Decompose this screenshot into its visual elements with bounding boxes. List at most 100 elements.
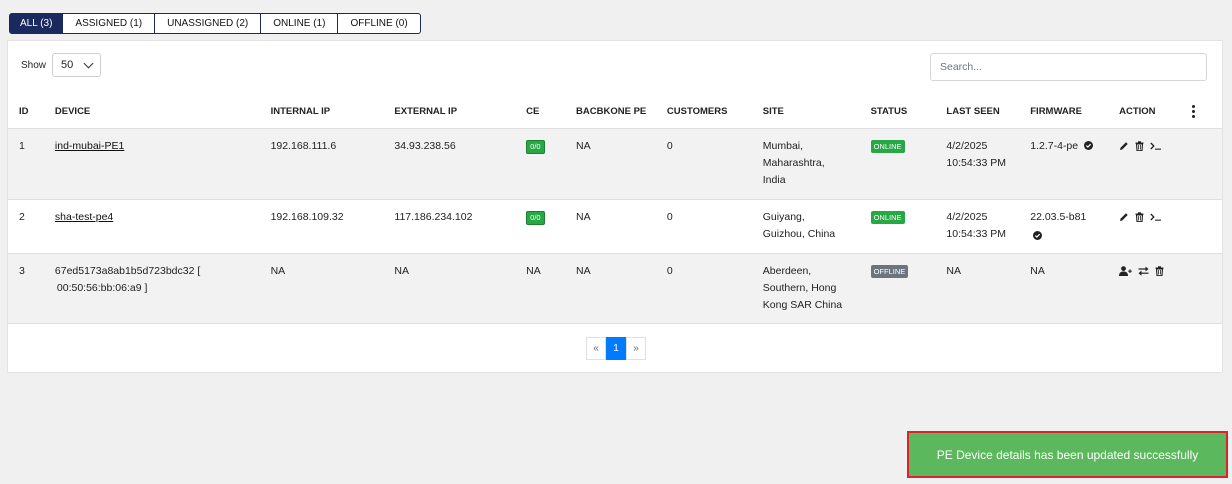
assign-user-icon[interactable]: [1119, 266, 1132, 276]
tab-assigned[interactable]: ASSIGNED (1): [63, 13, 156, 34]
cell-ce: 0/0: [526, 128, 576, 199]
cell-action: [1119, 199, 1189, 253]
trash-icon[interactable]: [1155, 266, 1164, 276]
tab-online[interactable]: ONLINE (1): [261, 13, 339, 34]
cell-empty: [1189, 253, 1222, 323]
terminal-icon[interactable]: [1150, 142, 1162, 150]
cell-ce: NA: [526, 264, 541, 277]
trash-icon[interactable]: [1135, 212, 1144, 222]
table-row: 1 ind-mubai-PE1 192.168.111.6 34.93.238.…: [8, 128, 1222, 199]
firmware-version: 22.03.5-b81: [1030, 210, 1087, 223]
col-action: ACTION: [1119, 96, 1189, 129]
device-id: 67ed5173a8ab1b5d723bdc32 [: [54, 264, 201, 277]
cell-backbone-pe: NA: [576, 264, 591, 277]
cell-last-seen: NA: [946, 264, 962, 277]
check-circle-icon: [1033, 230, 1043, 240]
cell-external-ip: 34.93.238.56: [394, 139, 456, 152]
toast-message: PE Device details has been updated succe…: [936, 447, 1199, 462]
show-label: Show: [21, 59, 47, 71]
site-line: Maharashtra,: [762, 156, 825, 169]
devices-table: ID DEVICE INTERNAL IP EXTERNAL IP CE BAC…: [8, 96, 1222, 324]
edit-icon[interactable]: [1119, 212, 1129, 222]
last-seen-time: 10:54:33 PM: [946, 156, 1006, 169]
cell-last-seen: 4/2/2025 10:54:33 PM: [946, 128, 1030, 199]
col-firmware[interactable]: FIRMWARE: [1030, 96, 1120, 129]
cell-device: ind-mubai-PE1: [55, 128, 271, 199]
cell-external-ip: 117.186.234.102: [394, 210, 473, 223]
col-device[interactable]: DEVICE: [54, 96, 271, 129]
cell-id: 2: [19, 210, 25, 223]
search-input[interactable]: [930, 53, 1207, 81]
pagination-page[interactable]: 1: [606, 337, 626, 360]
cell-status: ONLINE: [870, 128, 947, 199]
col-external-ip[interactable]: EXTERNAL IP: [394, 96, 527, 129]
device-link[interactable]: sha-test-pe4: [55, 211, 113, 223]
kebab-menu-icon[interactable]: [1192, 105, 1196, 119]
site-line: Mumbai,: [762, 139, 804, 152]
col-internal-ip[interactable]: INTERNAL IP: [270, 96, 395, 129]
col-site[interactable]: SITE: [762, 96, 871, 129]
col-status[interactable]: STATUS: [870, 96, 947, 129]
chevron-down-icon: [83, 58, 94, 69]
terminal-icon[interactable]: [1150, 213, 1162, 221]
cell-empty: [1189, 199, 1222, 253]
cell-status: OFFLINE: [870, 253, 947, 323]
ce-badge[interactable]: 0/0: [526, 210, 545, 225]
column-options[interactable]: [1188, 96, 1222, 129]
cell-customers: 0: [666, 139, 673, 152]
last-seen-date: 4/2/2025: [946, 139, 988, 152]
col-customers[interactable]: CUSTOMERS: [666, 96, 763, 129]
filter-tabs: ALL (3) ASSIGNED (1) UNASSIGNED (2) ONLI…: [9, 13, 421, 34]
col-backbone-pe[interactable]: BACBKONE PE: [576, 96, 667, 129]
cell-firmware: 1.2.7-4-pe: [1030, 128, 1119, 199]
last-seen-date: 4/2/2025: [946, 210, 988, 223]
page-size-value: 50: [61, 59, 74, 71]
cell-action: [1119, 253, 1189, 323]
cell-site: Mumbai, Maharashtra, India: [763, 128, 871, 199]
pagination: « 1 »: [586, 337, 646, 360]
tab-all[interactable]: ALL (3): [9, 13, 64, 34]
tab-offline[interactable]: OFFLINE (0): [338, 13, 421, 34]
ce-badge[interactable]: 0/0: [526, 139, 545, 154]
cell-device: 67ed5173a8ab1b5d723bdc32 [ 00:50:56:bb:0…: [55, 253, 271, 323]
site-line: Guizhou, China: [762, 227, 836, 240]
cell-internal-ip: NA: [270, 264, 286, 277]
edit-icon[interactable]: [1119, 141, 1129, 151]
cell-id: 1: [19, 139, 25, 152]
cell-customers: 0: [666, 264, 673, 277]
cell-ce: 0/0: [526, 199, 576, 253]
site-line: Southern, Hong: [762, 281, 837, 294]
cell-status: ONLINE: [870, 199, 947, 253]
pagination-next[interactable]: »: [626, 337, 646, 360]
cell-backbone-pe: NA: [576, 210, 591, 223]
status-badge: ONLINE: [870, 139, 905, 153]
site-line: Kong SAR China: [762, 298, 843, 311]
show-entries: Show 50: [21, 53, 102, 77]
cell-internal-ip: 192.168.109.32: [270, 210, 344, 223]
col-id[interactable]: ID: [8, 96, 55, 129]
cell-firmware: 22.03.5-b81: [1030, 199, 1119, 253]
tab-unassigned[interactable]: UNASSIGNED (2): [155, 13, 262, 34]
col-ce[interactable]: CE: [526, 96, 577, 129]
cell-firmware: NA: [1030, 264, 1045, 277]
firmware-version: 1.2.7-4-pe: [1030, 139, 1079, 152]
devices-card: Show 50 ID DEVICE INTERNAL IP EXTERNAL I…: [7, 40, 1223, 373]
cell-customers: 0: [666, 210, 673, 223]
last-seen-time: 10:54:33 PM: [946, 227, 1006, 240]
status-badge: ONLINE: [870, 210, 905, 224]
pagination-prev[interactable]: «: [586, 337, 606, 360]
device-mac: 00:50:56:bb:06:a9 ]: [56, 281, 148, 294]
cell-site: Guiyang, Guizhou, China: [763, 199, 871, 253]
col-last-seen[interactable]: LAST SEEN: [946, 96, 1031, 129]
page-size-select[interactable]: 50: [52, 53, 102, 77]
transfer-icon[interactable]: [1138, 266, 1149, 276]
trash-icon[interactable]: [1135, 141, 1144, 151]
cell-id: 3: [19, 264, 25, 277]
check-circle-icon: [1084, 141, 1094, 151]
status-badge: OFFLINE: [870, 264, 909, 278]
table-row: 3 67ed5173a8ab1b5d723bdc32 [ 00:50:56:bb…: [8, 253, 1222, 323]
site-line: India: [762, 173, 786, 186]
success-toast[interactable]: PE Device details has been updated succe…: [907, 431, 1228, 478]
device-link[interactable]: ind-mubai-PE1: [55, 140, 124, 152]
site-line: Aberdeen,: [762, 264, 812, 277]
